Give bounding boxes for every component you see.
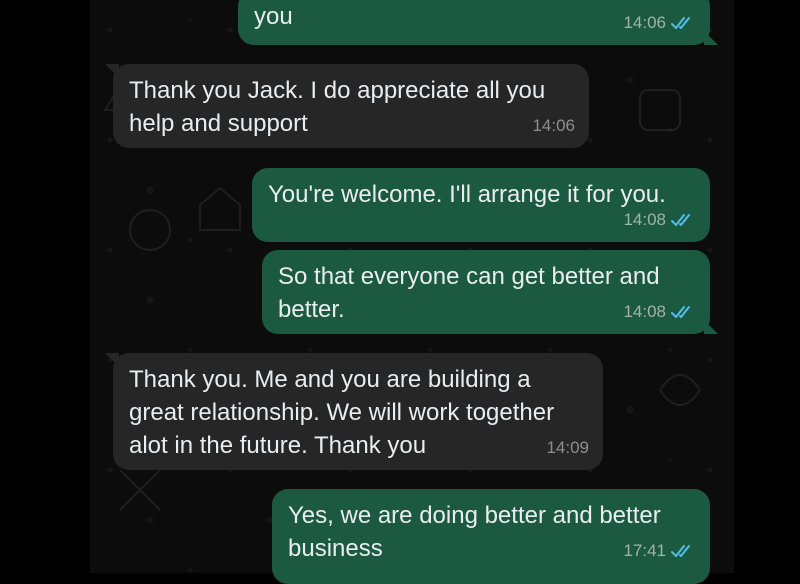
message-bubble-outgoing[interactable]: So that everyone can get better and bett… [262,250,718,334]
bubble-tail [704,320,718,334]
doodle-icon [659,374,702,406]
doodle-icon [129,209,171,251]
message-meta: 17:41 [623,534,696,567]
doodle-icon [639,89,681,131]
message-meta: 14:09 [546,431,589,464]
bubble-tail [105,64,119,78]
read-double-check-icon [671,305,690,318]
message-bubble-incoming[interactable]: Thank you Jack. I do appreciate all you … [105,64,589,148]
message-meta: 14:06 [623,6,696,39]
message-time: 14:08 [623,302,666,321]
message-meta: 14:08 [623,203,696,236]
doodle-icon [199,186,241,231]
message-bubble-outgoing[interactable]: you 14:06 [238,0,718,45]
read-double-check-icon [671,544,690,557]
bubble-tail [105,353,119,367]
message-time: 14:06 [532,116,575,135]
message-time: 14:06 [623,13,666,32]
message-meta: 14:08 [623,295,696,328]
message-bubble-incoming[interactable]: Thank you. Me and you are building a gre… [105,353,603,470]
read-double-check-icon [671,213,690,226]
message-time: 17:41 [623,541,666,560]
message-bubble-outgoing[interactable]: You're welcome. I'll arrange it for you.… [252,168,710,242]
bubble-tail [704,31,718,45]
message-bubble-outgoing[interactable]: Yes, we are doing better and better busi… [272,489,710,584]
message-text: Thank you. Me and you are building a gre… [129,366,555,459]
message-meta: 14:06 [532,109,575,142]
read-double-check-icon [671,16,690,29]
message-time: 14:09 [546,438,589,457]
message-text: Thank you Jack. I do appreciate all you … [129,77,546,137]
message-time: 14:08 [623,210,666,229]
